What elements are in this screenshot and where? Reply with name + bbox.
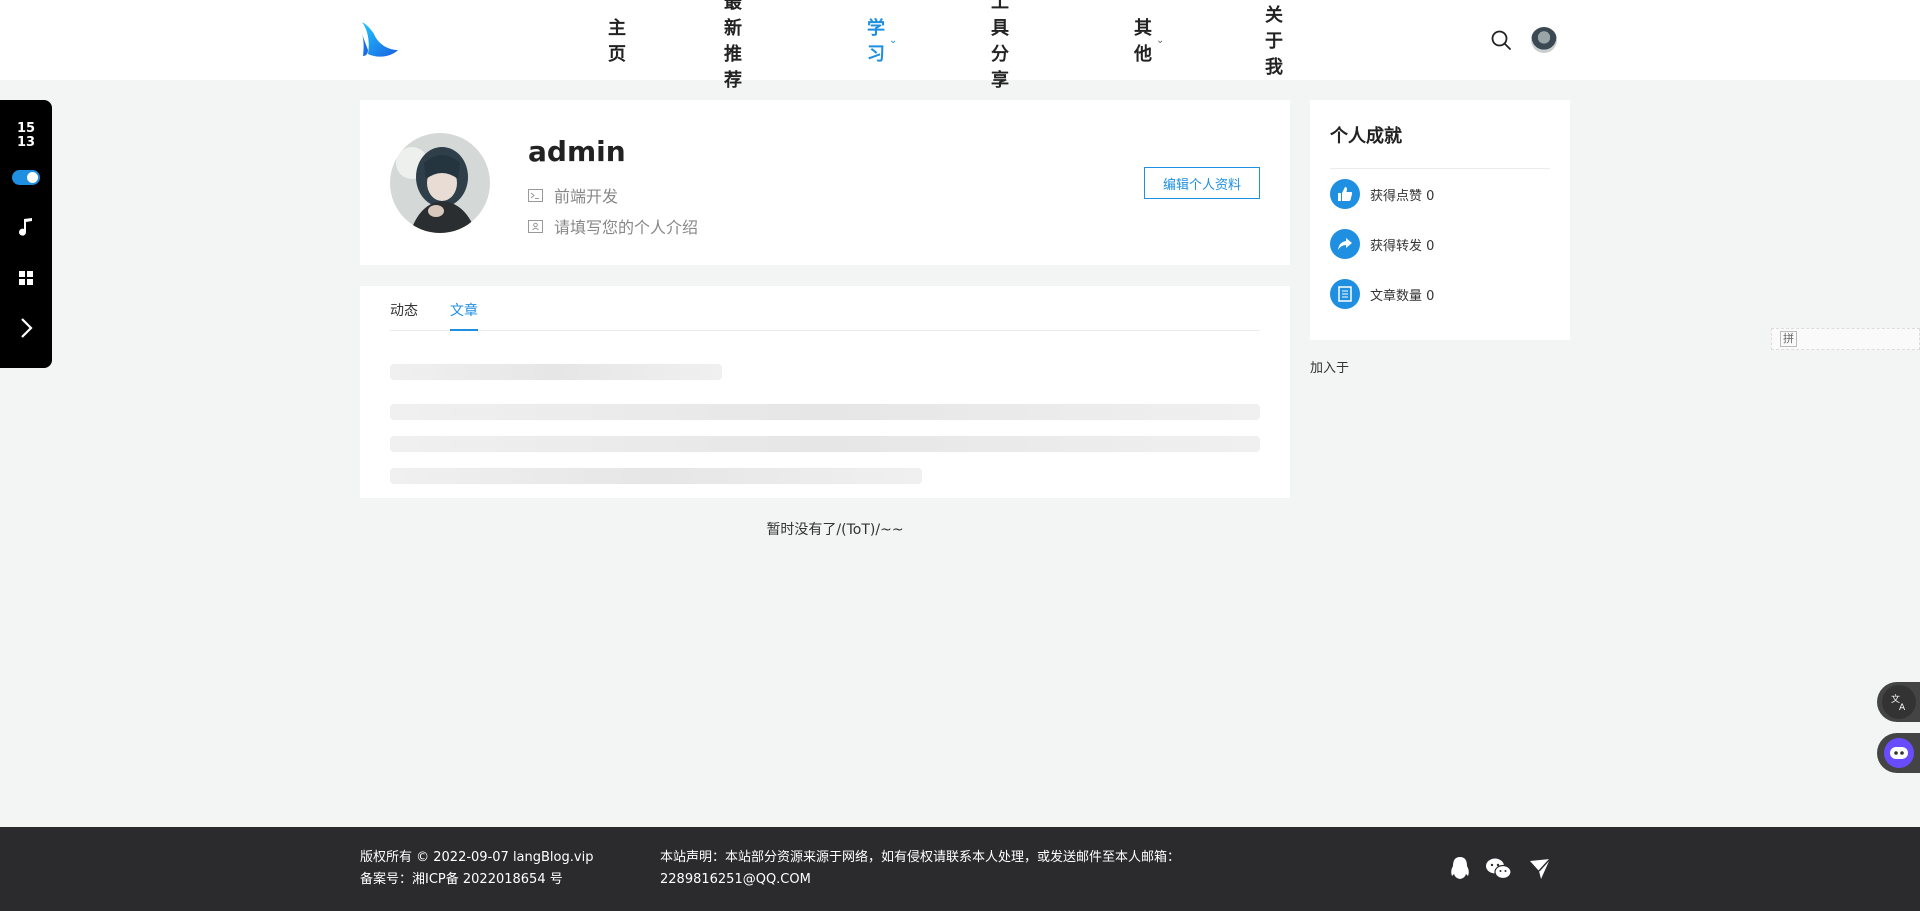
nav-other[interactable]: 其他 ⌄ [1134,14,1164,66]
achievement-shares: 获得转发 0 [1330,229,1434,259]
nav-about[interactable]: 关于我 [1265,1,1283,79]
skeleton-line [390,468,922,484]
ime-toolbar[interactable]: 拼 [1771,328,1920,350]
footer-icp[interactable]: 备案号：湘ICP备 2022018654 号 [360,869,563,891]
nav-tools[interactable]: 工具分享 [991,0,1009,92]
share-icon [1330,229,1360,259]
nav-other-label: 其他 [1134,18,1152,65]
achievements-title: 个人成就 [1330,126,1402,147]
translate-button[interactable]: 文A [1877,682,1920,722]
profile-bio: 请填写您的个人介绍 [554,218,699,237]
document-icon [1330,279,1360,309]
nav-study-label: 学习 [867,18,885,65]
nav-about-label: 关于我 [1265,5,1283,78]
qq-icon[interactable] [1446,855,1474,883]
chevron-right-icon[interactable] [14,316,38,340]
achievements-card: 个人成就 获得点赞 0 获得转发 0 文章数量 0 [1310,100,1570,340]
site-footer: 版权所有 © 2022-09-07 langBlog.vip 备案号：湘ICP备… [0,827,1920,911]
achievement-articles-label: 文章数量 0 [1370,288,1435,304]
clock-minute: 13 [16,135,36,150]
chevron-down-icon: ⌄ [1156,34,1165,46]
ime-pinyin-label: 拼 [1780,331,1797,347]
tab-articles[interactable]: 文章 [450,300,478,320]
nav-home[interactable]: 主页 [608,14,626,66]
theme-toggle[interactable] [12,170,40,185]
achievements-divider [1330,168,1550,169]
chevron-down-icon: ⌄ [889,34,898,46]
clock: 15 13 [0,122,52,150]
profile-card: admin 前端开发 请填写您的个人介绍 编辑个人资料 [360,100,1290,265]
send-icon[interactable] [1526,855,1554,883]
empty-message: 暂时没有了/(ToT)/~~ [766,522,904,538]
profile-bio-row: 请填写您的个人介绍 [528,214,698,238]
nav-latest[interactable]: 最新推荐 [724,0,742,92]
skeleton-line [390,404,1260,420]
side-dock: 15 13 [0,100,52,368]
nav-latest-label: 最新推荐 [724,0,742,91]
achievement-articles: 文章数量 0 [1330,279,1434,309]
active-tab-indicator [450,329,478,331]
site-logo[interactable] [360,20,400,60]
grid-apps-icon[interactable] [14,266,38,290]
achievement-likes: 获得点赞 0 [1330,179,1434,209]
profile-username: admin [528,135,626,168]
profile-role: 前端开发 [554,187,619,206]
clock-hour: 15 [16,121,36,136]
tab-activity[interactable]: 动态 [390,300,418,320]
id-card-icon [528,219,543,233]
skeleton-line [390,364,722,380]
edit-profile-button[interactable]: 编辑个人资料 [1144,167,1260,199]
profile-role-row: 前端开发 [528,183,618,207]
nav-tools-label: 工具分享 [991,0,1009,91]
wechat-icon[interactable] [1485,855,1513,883]
achievement-likes-label: 获得点赞 0 [1370,188,1435,204]
user-avatar[interactable] [1531,27,1557,53]
footer-email[interactable]: 2289816251@QQ.COM [660,869,811,891]
profile-avatar [390,133,490,233]
music-note-icon[interactable] [14,215,38,239]
svg-text:A: A [1899,703,1906,711]
translate-icon: 文A [1882,685,1916,719]
footer-copyright: 版权所有 © 2022-09-07 langBlog.vip [360,850,594,865]
nav-home-label: 主页 [608,18,626,65]
achievement-shares-label: 获得转发 0 [1370,238,1435,254]
site-header: 主页 最新推荐 学习 ⌄ 工具分享 其他 ⌄ 关于我 [0,0,1920,91]
footer-notice: 本站声明：本站部分资源来源于网络，如有侵权请联系本人处理，或发送邮件至本人邮箱： [660,850,1181,865]
search-icon[interactable] [1490,29,1512,51]
terminal-icon [528,188,543,202]
tabs-divider [390,330,1260,331]
skeleton-line [390,436,1260,452]
chat-assistant-button[interactable] [1877,733,1920,773]
robot-icon [1884,738,1914,768]
thumbs-up-icon [1330,179,1360,209]
joined-date: 加入于 [1310,361,1350,376]
content-tabs-card: 动态 文章 [360,286,1290,498]
nav-study[interactable]: 学习 ⌄ [867,14,897,66]
